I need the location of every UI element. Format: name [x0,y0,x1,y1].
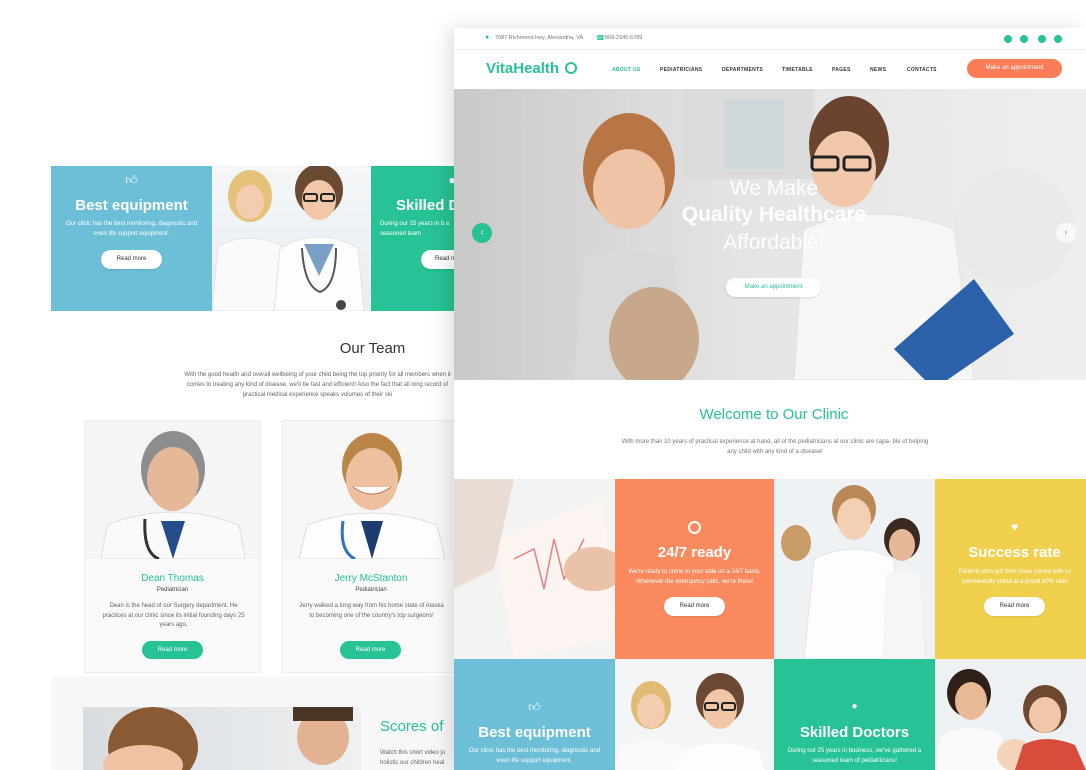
feature-text: Our clinic has the best monitoring, diag… [65,221,198,237]
twitter-icon[interactable] [1020,35,1028,43]
feature-title: 24/7 ready [657,544,732,561]
read-more-button[interactable]: Read more [340,641,401,659]
hero-line-1: We Make [729,177,819,200]
team-title: Our Team [339,340,406,357]
feature-text: We're ready to come to your aide on a 24… [628,569,761,585]
doctors-photo [212,166,371,311]
welcome-text: With more than 10 years of practical exp… [621,439,929,455]
feature-tile-best-equipment: 👍︎ Best equipment Our clinic has the bes… [51,166,212,311]
location-pin-icon: ● [485,34,490,41]
homepage-preview: ● 7087 Richmond hwy, Alexandria, VA ☎ 80… [454,28,1086,770]
read-more-button[interactable]: Read more [101,250,162,269]
google-plus-icon[interactable] [1038,35,1046,43]
scores-text: Watch this short video ju holistic our c… [380,750,446,766]
member-bio: Dean is the head of our Surgery departme… [102,603,245,628]
doctors-photo [615,659,774,770]
clock-icon [688,521,701,534]
read-more-button[interactable]: Read more [142,641,203,659]
thumbs-up-icon: 👍︎ [528,700,541,714]
video-thumbnail[interactable] [83,707,361,770]
thumbs-up-icon: 👍︎ [125,173,138,187]
nav-pediatricians[interactable]: PEDIATRICIANS [660,67,702,73]
slider-next-button[interactable]: › [1056,223,1076,243]
make-appointment-button[interactable]: Make an appointment [967,59,1062,78]
doctors-team-photo [774,479,935,659]
phone[interactable]: 800-2345-6789 [605,35,642,41]
doctors-illustration [212,166,365,311]
feature-tile-skilled-doctors: ● Skilled Doctors During our 25 years in… [774,659,935,770]
ecg-photo [454,479,615,659]
scores-title: Scores of [380,718,444,735]
team-card: Jerry McStanton Pediatrician Jerry walke… [282,420,461,673]
feature-text: Our clinic has the best monitoring, diag… [468,748,601,764]
logo-text: VitaHealth [486,60,560,77]
member-role: Pediatrician [156,587,189,593]
nav-contacts[interactable]: CONTACTS [907,67,937,73]
feature-tile-success-rate: ♥ Success rate Patients who got their is… [935,479,1086,659]
instagram-icon[interactable] [1054,35,1062,43]
address: 7087 Richmond hwy, Alexandria, VA [495,35,584,41]
read-more-button[interactable]: Read more [664,597,725,616]
nav-timetable[interactable]: TIMETABLE [782,67,813,73]
chevron-left-icon: ‹ [480,227,484,238]
feature-title: Success rate [968,544,1061,561]
heart-icon: ♥ [1010,520,1019,534]
hero-line-3: Affordable! [723,231,825,254]
background-page-preview: 👍︎ Best equipment Our clinic has the bes… [0,0,461,770]
feature-title: Skilled Doctors [799,724,910,741]
team-card: Dean Thomas Pediatrician Dean is the hea… [84,420,261,673]
nav-news[interactable]: NEWS [870,67,886,73]
feature-text: Patients who got their issue solved with… [958,569,1072,585]
feature-text: During our 25 years in business, we've g… [787,748,922,764]
feature-tile-best-equipment: 👍︎ Best equipment Our clinic has the bes… [454,659,615,770]
nav-about-us[interactable]: ABOUT US [612,67,641,73]
logo[interactable]: VitaHealth [486,58,577,80]
feature-title: Best equipment [75,197,188,214]
member-name: Dean Thomas [141,573,204,584]
sun-icon [564,62,577,74]
hero-line-2: Quality Healthcare [681,203,867,226]
slider-prev-button[interactable]: ‹ [472,223,492,243]
user-icon: ● [851,701,858,712]
nav-pages[interactable]: PAGES [832,67,851,73]
doctor-with-child-photo [935,659,1086,770]
hero-slider: We Make Quality Healthcare Affordable! M… [454,89,1086,380]
phone-icon: ☎ [596,35,605,42]
top-bar: ● 7087 Richmond hwy, Alexandria, VA ☎ 80… [454,28,1086,50]
team-intro: With the good health and overall wellbei… [184,372,451,398]
feature-tile-24-7-ready: 24/7 ready We're ready to come to your a… [615,479,774,659]
doctor-photo [283,421,461,559]
hero-appointment-button[interactable]: Make an appointment [726,278,821,297]
nav-departments[interactable]: DEPARTMENTS [722,67,763,73]
welcome-title: Welcome to Our Clinic [699,406,849,423]
feature-title: Skilled D [396,197,460,214]
feature-text: During our 25 years in b a seasoned team [380,221,450,237]
member-bio: Jerry walked a long way from his home st… [299,603,444,619]
facebook-icon[interactable] [1004,35,1012,43]
feature-title: Best equipment [478,724,591,741]
read-more-button[interactable]: Read more [984,597,1045,616]
feature-tile-skilled-doctors: ● Skilled D During our 25 years in b a s… [371,166,460,311]
chevron-right-icon: › [1064,227,1068,238]
member-name: Jerry McStanton [334,573,408,584]
member-role: Pediatrician [355,587,387,593]
doctor-photo [85,421,260,559]
